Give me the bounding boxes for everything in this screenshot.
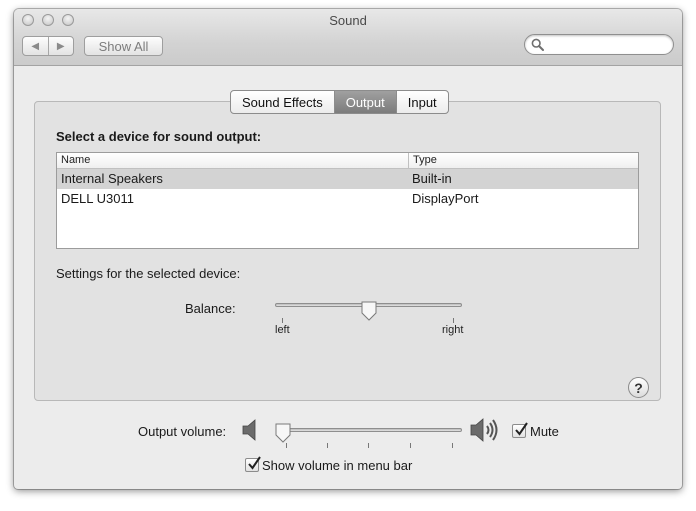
column-header-name[interactable]: Name [57, 153, 409, 168]
tab-input[interactable]: Input [397, 91, 448, 113]
device-settings-label: Settings for the selected device: [56, 266, 241, 281]
tab-bar: Sound Effects Output Input [230, 90, 449, 114]
sound-preferences-window: Sound ◀ ▶ Show All Sound Effects Output … [14, 9, 682, 489]
window-title: Sound [329, 13, 367, 28]
output-device-table: Name Type Internal Speakers Built-in DEL… [56, 152, 639, 249]
device-name: DELL U3011 [61, 191, 134, 206]
show-volume-in-menubar-label[interactable]: Show volume in menu bar [262, 458, 412, 473]
checkmark-icon [248, 456, 261, 470]
speaker-low-icon [242, 419, 256, 441]
device-type: DisplayPort [412, 191, 479, 206]
table-header: Name Type [57, 153, 638, 169]
balance-left-label: left [275, 324, 290, 336]
table-row[interactable]: Internal Speakers Built-in [57, 169, 638, 189]
table-row[interactable]: DELL U3011 DisplayPort [57, 189, 638, 209]
search-field[interactable] [524, 34, 674, 55]
volume-tick [327, 443, 328, 448]
back-arrow-icon[interactable]: ◀ [23, 37, 49, 55]
volume-tick [410, 443, 411, 448]
show-all-button[interactable]: Show All [84, 36, 163, 56]
balance-slider-thumb[interactable] [360, 301, 378, 321]
balance-label: Balance: [185, 301, 236, 316]
tab-panel [34, 101, 661, 401]
balance-right-label: right [442, 324, 464, 336]
tab-sound-effects[interactable]: Sound Effects [231, 91, 335, 113]
column-header-type[interactable]: Type [409, 153, 437, 168]
mute-checkbox[interactable] [512, 422, 528, 438]
help-button[interactable]: ? [628, 377, 649, 398]
balance-tick-left [282, 318, 283, 323]
device-list-heading: Select a device for sound output: [56, 129, 262, 144]
mute-label[interactable]: Mute [530, 424, 559, 439]
output-volume-label: Output volume: [138, 424, 227, 439]
volume-tick [368, 443, 369, 448]
volume-track[interactable] [276, 428, 462, 432]
device-name: Internal Speakers [61, 171, 163, 186]
back-forward-control: ◀ ▶ [22, 36, 74, 56]
volume-tick [286, 443, 287, 448]
device-type: Built-in [412, 171, 452, 186]
volume-slider-thumb[interactable] [274, 423, 292, 443]
speaker-high-icon [470, 418, 498, 442]
volume-tick [452, 443, 453, 448]
search-icon [531, 38, 544, 51]
checkmark-icon [515, 422, 528, 436]
search-input[interactable] [547, 37, 671, 54]
tab-output[interactable]: Output [334, 91, 397, 113]
balance-tick-right [453, 318, 454, 323]
title-bar: Sound ◀ ▶ Show All [14, 9, 682, 66]
forward-arrow-icon[interactable]: ▶ [49, 37, 74, 55]
show-volume-in-menubar-checkbox[interactable] [245, 456, 261, 472]
